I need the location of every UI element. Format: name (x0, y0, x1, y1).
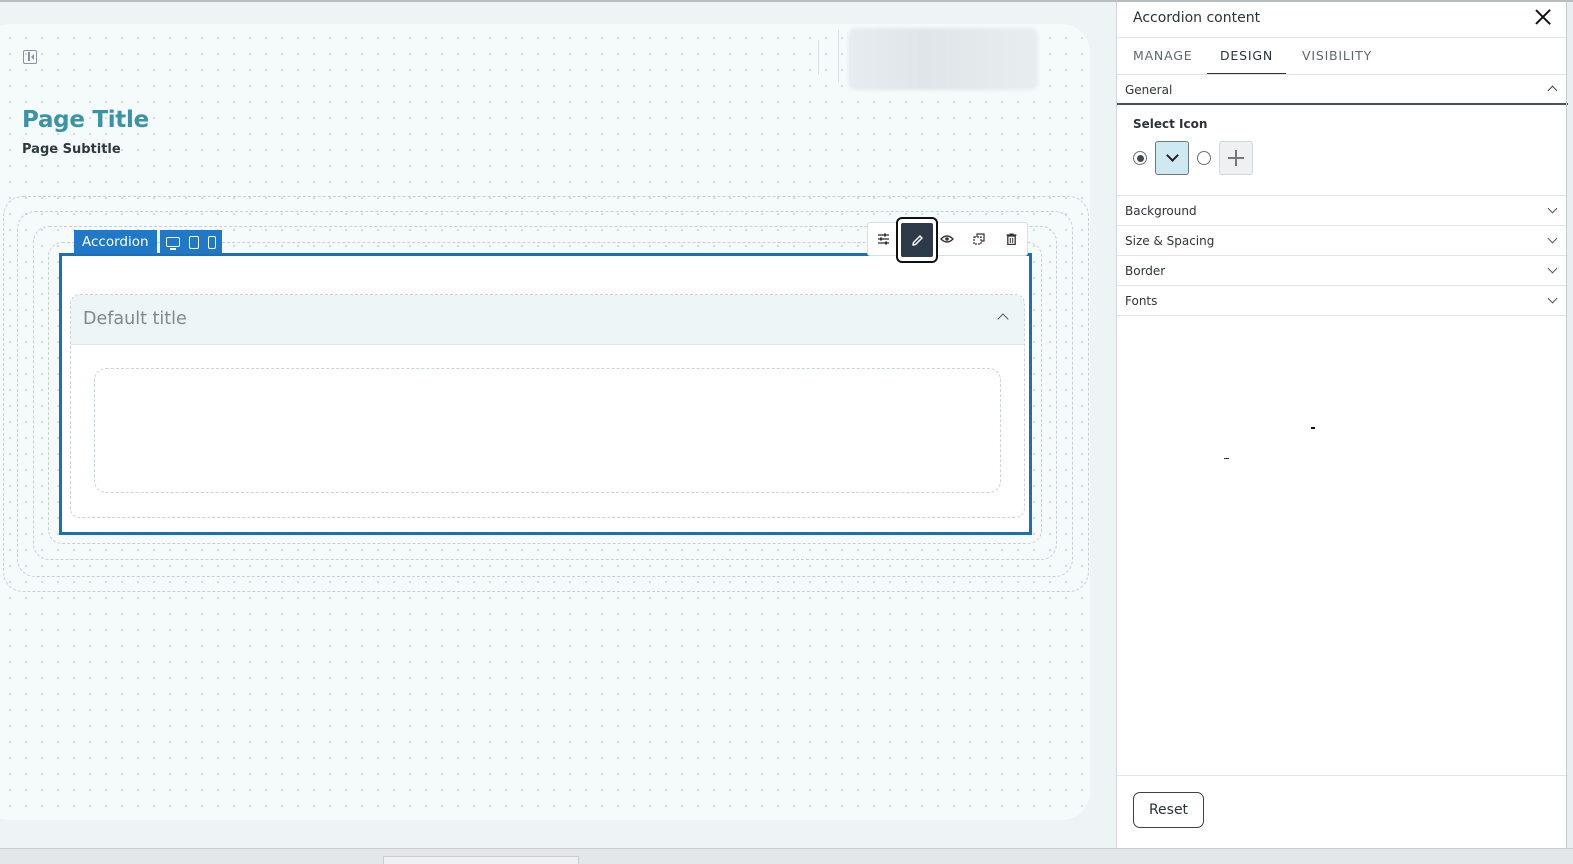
header-divider (838, 30, 839, 82)
tablet-icon[interactable] (188, 235, 199, 249)
page-title[interactable]: Page Title (22, 107, 149, 133)
section-label: Size & Spacing (1125, 234, 1215, 248)
icon-radio-plus[interactable] (1197, 151, 1211, 165)
icon-option-plus[interactable] (1219, 141, 1253, 175)
chevron-down-icon (1165, 149, 1179, 162)
chevron-down-icon (1547, 263, 1558, 274)
divider (1117, 775, 1568, 776)
header-divider (818, 40, 819, 74)
user-profile-blurred[interactable] (848, 28, 1038, 90)
properties-panel: Accordion content MANAGE DESIGN VISIBILI… (1116, 2, 1568, 848)
chevron-down-icon (1547, 203, 1558, 214)
accordion-tag[interactable]: Accordion (74, 230, 222, 254)
chevron-up-icon (1547, 85, 1558, 96)
render-artifact (1224, 458, 1229, 460)
panel-edge (1566, 2, 1567, 848)
duplicate-icon (973, 233, 985, 245)
render-artifact (1311, 427, 1315, 429)
panel-tabs: MANAGE DESIGN VISIBILITY (1117, 38, 1568, 75)
bottom-tab[interactable] (383, 856, 579, 864)
accordion-item[interactable]: Default title (70, 294, 1025, 518)
accordion-widget[interactable]: Default title (59, 253, 1032, 535)
chevron-down-icon (1547, 293, 1558, 304)
sidebar-toggle-icon[interactable] (23, 50, 37, 64)
section-background[interactable]: Background (1117, 195, 1568, 225)
bottom-bar (0, 848, 1573, 864)
widget-toolbar (867, 217, 1028, 263)
section-general-header[interactable]: General (1117, 75, 1568, 105)
close-icon[interactable] (1533, 7, 1553, 27)
section-border[interactable]: Border (1117, 255, 1568, 285)
device-visibility-icons (159, 230, 222, 254)
plus-icon (1227, 149, 1245, 167)
page-subtitle[interactable]: Page Subtitle (22, 142, 121, 157)
accordion-content-dropzone[interactable] (94, 368, 1001, 493)
edit-button[interactable] (896, 217, 938, 263)
mobile-icon[interactable] (207, 235, 216, 249)
eye-icon (940, 235, 955, 243)
tab-design[interactable]: DESIGN (1207, 38, 1286, 75)
section-label: Border (1125, 264, 1166, 278)
reset-button[interactable]: Reset (1133, 792, 1204, 828)
tab-manage[interactable]: MANAGE (1133, 38, 1192, 74)
settings-sliders-icon (878, 233, 890, 245)
trash-icon (1006, 233, 1017, 245)
duplicate-button[interactable] (963, 223, 995, 255)
edit-button-active (901, 223, 933, 257)
chevron-up-icon[interactable] (997, 313, 1009, 325)
panel-title: Accordion content (1133, 10, 1261, 26)
delete-button[interactable] (995, 223, 1027, 255)
pencil-icon (911, 234, 923, 246)
select-icon-label: Select Icon (1133, 117, 1208, 131)
tab-visibility[interactable]: VISIBILITY (1302, 38, 1372, 74)
section-label: General (1125, 83, 1173, 97)
icon-option-chevron[interactable] (1155, 141, 1189, 175)
section-size-spacing[interactable]: Size & Spacing (1117, 225, 1568, 255)
section-label: Fonts (1125, 294, 1158, 308)
desktop-icon[interactable] (165, 237, 180, 250)
section-label: Background (1125, 204, 1197, 218)
accordion-tag-label[interactable]: Accordion (74, 230, 157, 254)
section-fonts[interactable]: Fonts (1117, 285, 1568, 316)
icon-radio-chevron[interactable] (1133, 151, 1147, 165)
chevron-down-icon (1547, 233, 1558, 244)
accordion-title[interactable]: Default title (83, 309, 187, 329)
accordion-header[interactable]: Default title (71, 295, 1024, 345)
